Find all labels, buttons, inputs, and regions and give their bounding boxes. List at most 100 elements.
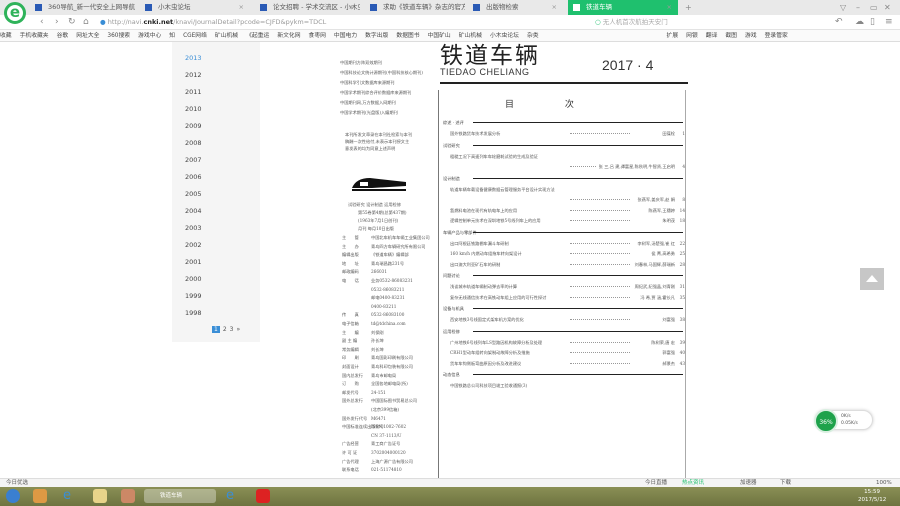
- bookmark-item[interactable]: 网址大全: [76, 33, 99, 39]
- bookmark-item[interactable]: 矿山机械: [215, 33, 238, 39]
- menu-icon[interactable]: ≡: [885, 15, 893, 30]
- year-link[interactable]: 2002: [185, 241, 202, 249]
- year-link[interactable]: 2003: [185, 224, 202, 232]
- bookmarks-bar: 收藏 手机收藏夹 谷歌 网址大全 360搜索 游戏中心 知 CGE网络 矿山机械 《起重运 新文化网…: [0, 30, 900, 42]
- tab-2[interactable]: 论文招聘 - 学术交流区 - 小木虫 ×: [255, 0, 360, 15]
- back-to-top-button[interactable]: [860, 268, 884, 290]
- year-link[interactable]: 2007: [185, 156, 202, 164]
- year-link[interactable]: 2012: [185, 71, 202, 79]
- tab-close-icon[interactable]: ×: [454, 0, 459, 15]
- bookmark-item[interactable]: 矿山机械: [459, 33, 482, 39]
- tab-0[interactable]: 360导航_新一代安全上网导航 ×: [30, 0, 135, 15]
- badge-text: 中国学术期刊(光盘版)入编期刊: [340, 110, 398, 115]
- tab-5[interactable]: 铁道车辆 ×: [568, 0, 678, 15]
- year-link[interactable]: 2011: [185, 88, 202, 96]
- bookmark-item[interactable]: 《起重运: [246, 33, 269, 39]
- masthead-text: 试验研究 设计制造 运用检修: [348, 202, 401, 207]
- journal-pinyin: TIEDAO CHELIANG: [440, 67, 530, 77]
- ie-icon[interactable]: e: [226, 489, 240, 503]
- tab-close-icon[interactable]: ×: [349, 0, 354, 15]
- tab-label: 铁道车辆: [586, 3, 612, 11]
- url-input[interactable]: ● http://navi.cnki.net/knavi/JournalDeta…: [100, 16, 520, 29]
- bookmark-item[interactable]: 谷歌: [57, 33, 69, 39]
- page-link[interactable]: 1: [212, 326, 220, 333]
- tab-close-icon[interactable]: ×: [124, 0, 129, 15]
- cloud-icon[interactable]: ☁: [855, 15, 864, 30]
- ie-icon[interactable]: e: [63, 489, 77, 503]
- bookmark-item[interactable]: 新文化网: [277, 33, 300, 39]
- bookmark-item[interactable]: 游戏中心: [138, 33, 161, 39]
- bookmark-item[interactable]: 游戏: [745, 33, 757, 39]
- toc-section: 运用检修: [443, 329, 683, 335]
- media-icon[interactable]: [121, 489, 135, 503]
- explorer-icon[interactable]: [93, 489, 107, 503]
- minimize-button[interactable]: –: [856, 0, 860, 15]
- year-link[interactable]: 2001: [185, 258, 202, 266]
- info-label: 主 办: [342, 243, 359, 249]
- network-speed-widget[interactable]: 36% 0K/s 0.05K/s: [814, 409, 873, 433]
- bookmark-item[interactable]: 截图: [725, 33, 737, 39]
- search-input[interactable]: ○ 无人机首次航拍天安门: [595, 16, 735, 29]
- skin-icon[interactable]: ▽: [840, 0, 846, 15]
- mobile-icon[interactable]: ▯: [870, 15, 875, 30]
- browser-logo[interactable]: e: [4, 2, 26, 24]
- undo-icon[interactable]: ↶: [835, 15, 843, 30]
- home-button[interactable]: ⌂: [83, 15, 89, 30]
- tab-close-icon[interactable]: ×: [552, 0, 557, 15]
- bookmark-item[interactable]: 中国矿山: [428, 33, 451, 39]
- year-link[interactable]: 2010: [185, 105, 202, 113]
- bookmark-item[interactable]: 小木虫论坛: [490, 33, 519, 39]
- new-tab-button[interactable]: +: [685, 0, 692, 15]
- maximize-button[interactable]: ▭: [870, 0, 878, 15]
- bookmark-item[interactable]: 收藏: [0, 33, 12, 39]
- bookmark-item[interactable]: 翻译: [706, 33, 718, 39]
- info-value: 刘保刚: [371, 329, 384, 335]
- bookmark-item[interactable]: 知: [169, 33, 175, 39]
- year-link[interactable]: 2004: [185, 207, 202, 215]
- tab-close-icon[interactable]: ×: [667, 0, 672, 15]
- bookmark-item[interactable]: 数字出版: [365, 33, 388, 39]
- toc-entry: CRH1型动车组转向架制动故障分析及措施 郭富强 40: [450, 350, 685, 356]
- bookmark-item[interactable]: 数据图书: [396, 33, 419, 39]
- toc-section: 试验研究: [443, 143, 683, 149]
- year-link[interactable]: 1999: [185, 292, 202, 300]
- forward-button[interactable]: ›: [55, 15, 59, 30]
- app-icon[interactable]: [33, 489, 47, 503]
- tab-4[interactable]: 出版物检索 ×: [468, 0, 563, 15]
- taskbar-browser-window[interactable]: 铁道车辆: [144, 489, 216, 503]
- info-value: 青岛市邮电局: [371, 372, 397, 378]
- page-link[interactable]: »: [236, 326, 240, 333]
- year-link[interactable]: 2009: [185, 122, 202, 130]
- bookmark-item[interactable]: 网银: [686, 33, 698, 39]
- year-link[interactable]: 1998: [185, 309, 202, 317]
- year-link[interactable]: 2013: [185, 54, 202, 62]
- page-link[interactable]: 2: [223, 326, 227, 333]
- tab-close-icon[interactable]: ×: [239, 0, 244, 15]
- bookmark-item[interactable]: 杂类: [527, 33, 539, 39]
- article-title: 货车车钩侧板弯曲原因分析及改进建议: [450, 360, 522, 366]
- start-button[interactable]: [6, 489, 20, 503]
- bookmark-item[interactable]: 手机收藏夹: [20, 33, 49, 39]
- bookmark-item[interactable]: 登录管家: [765, 33, 788, 39]
- tab-1[interactable]: 小木虫论坛 ×: [140, 0, 250, 15]
- page-number: 14: [679, 207, 685, 213]
- app-icon[interactable]: [256, 489, 270, 503]
- page-link[interactable]: 3: [230, 326, 234, 333]
- dot-leader: [570, 133, 630, 134]
- section-rule: [473, 374, 683, 375]
- article-title: CRH1型动车组转向架制动故障分析及措施: [450, 350, 530, 355]
- year-link[interactable]: 2005: [185, 190, 202, 198]
- toc-entry: 160 km/h 内燃动车组拖车转向架设计 侯 菁,高希勇 25: [450, 251, 685, 257]
- bookmark-item[interactable]: 食枣网: [309, 33, 326, 39]
- bookmark-item[interactable]: 中国电力: [334, 33, 357, 39]
- close-button[interactable]: ✕: [884, 0, 891, 15]
- bookmark-item[interactable]: CGE网络: [183, 33, 207, 39]
- bookmark-item[interactable]: 扩展: [667, 33, 679, 39]
- tab-3[interactable]: 求助《铁道车辆》杂志的官方网站×: [365, 0, 465, 15]
- year-link[interactable]: 2006: [185, 173, 202, 181]
- bookmark-item[interactable]: 360搜索: [107, 33, 130, 39]
- back-button[interactable]: ‹: [40, 15, 44, 30]
- refresh-button[interactable]: ↻: [68, 15, 76, 30]
- year-link[interactable]: 2008: [185, 139, 202, 147]
- year-link[interactable]: 2000: [185, 275, 202, 283]
